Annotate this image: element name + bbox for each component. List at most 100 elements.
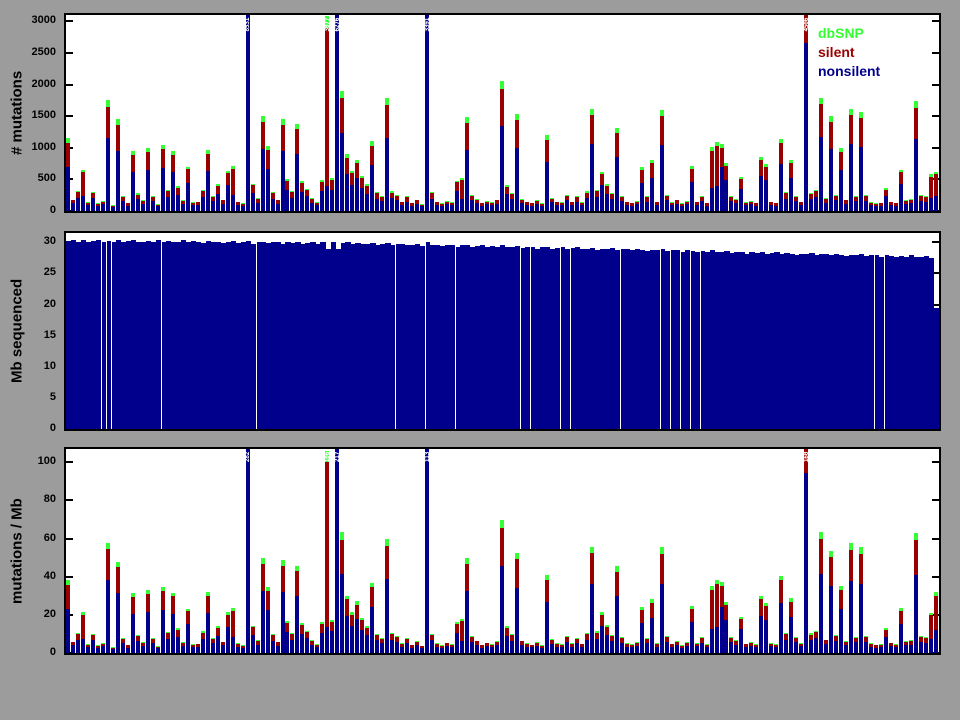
bar-segment	[181, 204, 185, 211]
tick-label: 1000	[14, 141, 56, 153]
bar-segment	[565, 200, 569, 211]
bar-sample-92	[525, 643, 529, 653]
bar-sample-128	[705, 203, 709, 211]
bar-segment	[430, 199, 434, 211]
bar-sample-109	[610, 635, 614, 653]
bar-sample-104	[585, 191, 589, 211]
bar-sample-134	[734, 640, 738, 653]
bar-segment	[405, 202, 409, 211]
bar-sample-44	[285, 621, 289, 653]
bar-segment	[625, 205, 629, 211]
bar-segment	[251, 185, 255, 193]
bar-sample-19	[161, 145, 165, 211]
bar-segment	[116, 593, 120, 653]
bar-segment	[320, 191, 324, 211]
bar-segment	[355, 163, 359, 178]
bar-segment	[340, 133, 344, 211]
bar-segment	[675, 204, 679, 211]
bar-segment	[236, 205, 240, 211]
bar-segment	[914, 533, 918, 540]
tick-mark	[66, 84, 73, 86]
bar-segment	[789, 178, 793, 211]
bar-sample-35	[241, 645, 245, 653]
bar-sample-52	[325, 16, 329, 211]
bar-segment	[500, 81, 504, 89]
tick-mark	[932, 20, 939, 22]
bar-segment	[904, 645, 908, 653]
bar-segment	[151, 643, 155, 653]
bar-segment	[515, 246, 520, 429]
bar-segment	[759, 176, 763, 211]
bar-sample-45	[290, 191, 294, 211]
bar-segment	[325, 627, 329, 653]
bar-segment	[650, 603, 654, 618]
bar-sample-134	[734, 199, 738, 211]
bar-sample-93	[530, 203, 534, 211]
bar-segment	[201, 197, 205, 211]
tick-label: 3000	[14, 14, 56, 26]
bar-sample-159	[859, 112, 863, 211]
bar-sample-145	[789, 160, 793, 211]
bar-segment	[655, 205, 659, 211]
bar-sample-99	[560, 644, 564, 653]
bar-segment	[839, 152, 843, 170]
bar-segment	[295, 571, 299, 596]
bar-segment	[565, 249, 570, 429]
bar-segment	[540, 206, 544, 211]
bar-segment	[555, 248, 560, 429]
bar-sample-51	[320, 622, 324, 653]
bar-sample-51	[320, 180, 324, 211]
bar-sample-113	[630, 644, 634, 653]
bar-segment	[779, 164, 783, 211]
bar-segment	[749, 204, 753, 211]
bar-segment	[310, 203, 314, 211]
bar-sample-15	[141, 642, 145, 653]
bar-sample-60	[365, 184, 369, 211]
bar-value-label: 4506	[804, 18, 809, 32]
bar-segment	[764, 180, 768, 211]
bar-segment	[774, 647, 778, 653]
sample-id-label: TCGA-00-0000-000-000-0000-00	[613, 658, 618, 720]
bar-segment	[710, 188, 714, 211]
bar-segment	[919, 642, 923, 653]
bar-sample-130	[715, 142, 719, 211]
sample-id-label: TCGA-00-0000-000-000-0000-00	[603, 658, 608, 720]
bar-segment	[330, 190, 334, 211]
bar-sample-106	[595, 631, 599, 653]
tick-mark	[66, 20, 73, 22]
bar-sample-78	[455, 622, 459, 653]
bar-segment	[630, 647, 634, 653]
bar-sample-151	[819, 532, 823, 653]
bar-segment	[490, 205, 494, 211]
bar-segment	[266, 150, 270, 169]
bar-segment	[530, 206, 534, 211]
bar-segment	[410, 648, 414, 653]
bar-segment	[146, 152, 150, 170]
bar-segment	[854, 642, 858, 653]
bar-segment	[934, 630, 938, 653]
bar-segment	[191, 205, 195, 211]
bar-segment	[96, 240, 101, 429]
bar-sample-102	[575, 638, 579, 653]
bar-segment	[819, 532, 823, 539]
bar-sample-139	[759, 596, 763, 654]
bar-segment	[365, 628, 369, 636]
bar-sample-6	[96, 645, 100, 653]
sample-id-label: TCGA-00-0000-000-000-0000-00	[663, 658, 668, 720]
bar-sample-107	[600, 612, 604, 653]
bar-segment	[350, 173, 354, 185]
bar-segment	[660, 116, 664, 145]
bar-sample-45	[290, 633, 294, 653]
bar-sample-120	[665, 251, 670, 429]
sample-id-label: TCGA-00-0000-000-000-0000-00	[668, 658, 673, 720]
bar-sample-153	[829, 551, 833, 653]
bar-segment	[655, 647, 659, 654]
bar-sample-94	[535, 642, 539, 653]
bar-sample-105	[590, 547, 594, 653]
bar-sample-173	[929, 613, 933, 653]
bar-segment	[929, 615, 933, 639]
bar-sample-56	[345, 596, 349, 653]
bar-sample-64	[385, 539, 389, 653]
bar-segment	[555, 205, 559, 211]
bar-segment	[695, 646, 699, 653]
